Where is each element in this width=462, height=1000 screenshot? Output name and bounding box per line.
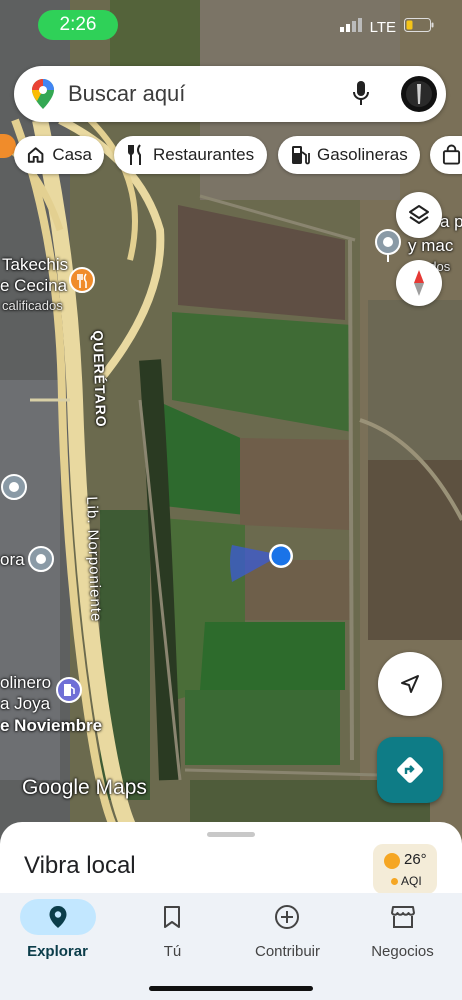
network-label: LTE xyxy=(369,18,396,36)
chip-label: Gasolineras xyxy=(317,145,408,164)
google-maps-attribution: Google Maps xyxy=(22,776,147,799)
road-label-queretaro: QUERÉTARO xyxy=(90,330,110,428)
layers-button[interactable] xyxy=(396,192,442,238)
sun-icon xyxy=(384,853,400,869)
chip-gasolineras[interactable]: Gasolineras xyxy=(278,136,420,174)
google-maps-logo-icon xyxy=(32,79,54,109)
sheet-title: Vibra local xyxy=(24,852,136,879)
bottom-sheet[interactable]: Vibra local 26° AQI xyxy=(0,822,462,902)
status-time: 2:26 xyxy=(38,10,118,40)
sheet-drag-handle[interactable] xyxy=(207,832,255,837)
nav-label: Tú xyxy=(163,943,182,960)
current-location-dot xyxy=(268,543,294,574)
status-indicators: LTE xyxy=(339,18,434,36)
place-label-joya[interactable]: a Joya xyxy=(0,694,50,714)
battery-icon xyxy=(404,18,434,36)
directions-icon xyxy=(397,757,423,783)
place-label-takechis[interactable]: Takechis xyxy=(2,255,68,275)
signal-icon xyxy=(339,18,362,36)
chip-casa[interactable]: Casa xyxy=(14,136,104,174)
place-label-calificados: calificados xyxy=(2,298,63,313)
navigation-arrow-icon xyxy=(401,675,419,693)
restaurant-pin-icon[interactable] xyxy=(68,266,96,301)
add-circle-icon xyxy=(275,905,299,929)
layers-icon xyxy=(409,205,429,224)
place-label-ora[interactable]: ora xyxy=(0,550,25,570)
search-input[interactable]: Buscar aquí xyxy=(68,81,185,107)
place-label-noviembre[interactable]: e Noviembre xyxy=(0,716,102,736)
directions-button[interactable] xyxy=(377,737,443,803)
place-pin-icon[interactable] xyxy=(374,228,402,269)
place-label-right-1[interactable]: a p xyxy=(440,212,462,232)
bookmark-icon xyxy=(164,906,180,928)
place-label-right-2[interactable]: y mac xyxy=(408,236,453,256)
nav-label: Contribuir xyxy=(254,943,321,960)
gas-station-pin-icon[interactable] xyxy=(55,676,83,709)
home-indicator[interactable] xyxy=(149,986,313,991)
compass-icon xyxy=(414,270,424,296)
storefront-icon xyxy=(391,906,415,928)
gas-station-icon xyxy=(292,146,310,165)
my-location-button[interactable] xyxy=(378,652,442,716)
place-pin-icon-left[interactable] xyxy=(0,473,28,506)
microphone-icon[interactable] xyxy=(352,80,370,113)
location-pin-icon xyxy=(49,906,67,928)
bottom-navigation: Explorar Tú Contribuir Negocios xyxy=(0,893,462,1000)
fork-knife-icon xyxy=(128,144,141,165)
place-label-olinero[interactable]: olinero xyxy=(0,673,51,693)
compass-button[interactable] xyxy=(396,260,442,306)
nav-label: Explorar xyxy=(27,943,88,960)
chip-label: Casa xyxy=(52,145,92,164)
weather-aqi: AQI xyxy=(401,874,422,888)
nav-label: Negocios xyxy=(371,943,434,960)
chip-restaurantes[interactable]: Restaurantes xyxy=(114,136,267,174)
home-icon xyxy=(27,147,44,163)
weather-widget[interactable]: 26° AQI xyxy=(373,844,437,894)
chip-shopping[interactable] xyxy=(430,136,462,174)
shopping-bag-icon xyxy=(442,144,461,165)
place-label-cecina[interactable]: e Cecina xyxy=(0,276,67,296)
avatar[interactable] xyxy=(401,76,437,117)
search-bar[interactable]: Buscar aquí xyxy=(14,66,446,122)
aqi-dot-icon xyxy=(391,878,398,885)
place-pin-icon-ora[interactable] xyxy=(27,545,55,578)
weather-temp: 26° xyxy=(404,851,427,868)
chip-label: Restaurantes xyxy=(153,145,255,164)
